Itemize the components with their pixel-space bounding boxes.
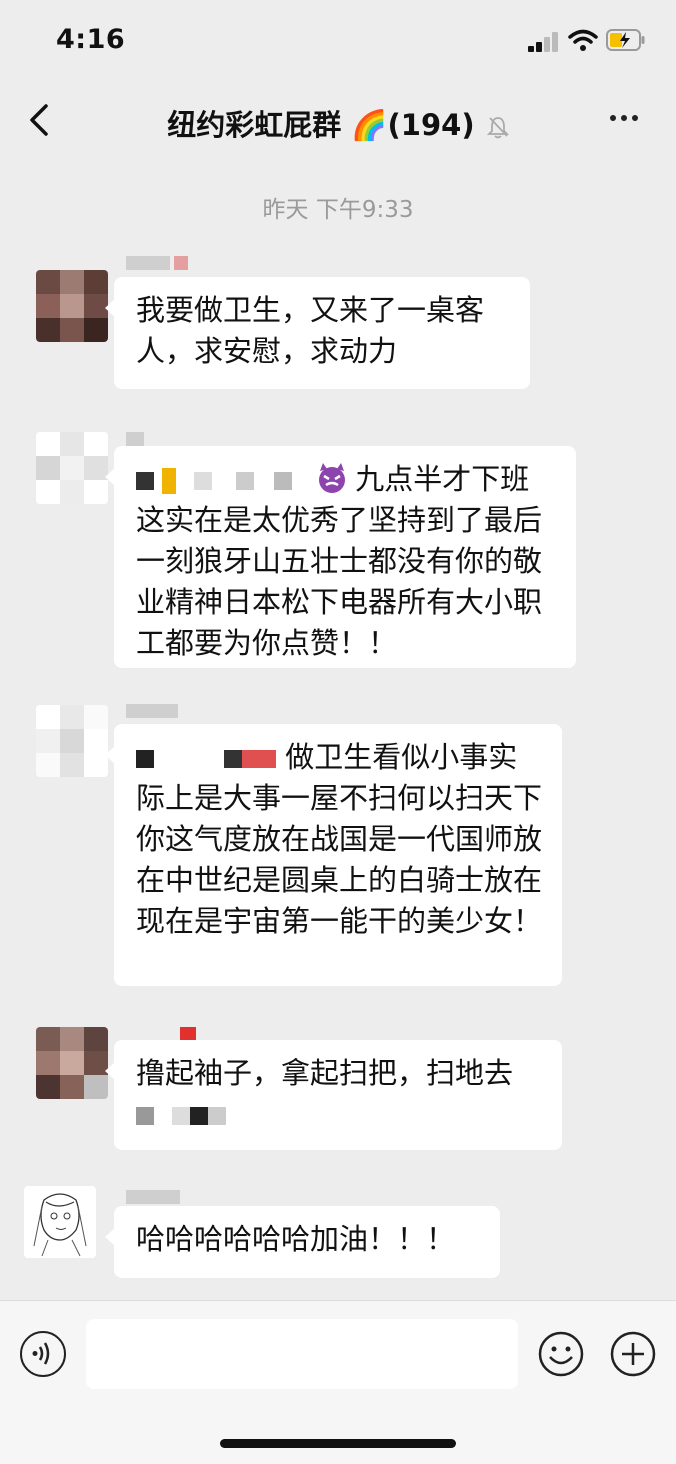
sender-name-blurred [126, 1190, 180, 1206]
member-count: (194) [387, 108, 475, 142]
message-bubble[interactable]: 我要做卫生，又来了一桌客人，求安慰，求动力 [105, 277, 530, 389]
battery-icon [606, 29, 645, 51]
status-bar: 4:16 [0, 0, 676, 82]
group-name: 纽约彩虹屁群 [167, 108, 342, 142]
chat-header: 纽约彩虹屁群 🌈(194) [0, 82, 676, 158]
message-bubble[interactable]: 哈哈哈哈哈哈加油！！！ [105, 1206, 500, 1278]
message-input[interactable] [86, 1319, 518, 1389]
home-indicator [220, 1439, 456, 1448]
chat-input-bar [0, 1300, 676, 1464]
emoji-icon[interactable] [538, 1331, 584, 1377]
add-icon[interactable] [610, 1331, 656, 1377]
voice-icon[interactable] [20, 1331, 66, 1377]
devil-emoji-icon [319, 463, 346, 493]
mute-bell-icon [486, 117, 509, 139]
signal-icon [528, 32, 562, 52]
wifi-icon [568, 29, 598, 51]
avatar[interactable] [24, 1186, 96, 1258]
message-text: 撸起袖子，拿起扫把，扫地去 [136, 1056, 514, 1090]
message-bubble[interactable]: 九点半才下班这实在是太优秀了坚持到了最后一刻狼牙山五壮士都没有你的敬业精神日本松… [105, 446, 576, 668]
message-bubble[interactable]: 做卫生看似小事实际上是大事一屋不扫何以扫天下你这气度放在战国是一代国师放在中世纪… [105, 724, 562, 986]
avatar[interactable] [36, 270, 108, 342]
sender-name-blurred [126, 704, 178, 720]
mention-blurred [136, 1097, 226, 1131]
avatar[interactable] [36, 1027, 108, 1099]
status-time: 4:16 [56, 24, 126, 55]
rainbow-emoji: 🌈 [351, 108, 388, 142]
message-text: 哈哈哈哈哈哈加油！！！ [136, 1222, 456, 1256]
sender-name-blurred [126, 256, 188, 272]
mention-blurred [136, 740, 285, 774]
message-bubble[interactable]: 撸起袖子，拿起扫把，扫地去 [105, 1040, 562, 1150]
chat-title: 纽约彩虹屁群 🌈(194) [0, 102, 676, 144]
mention-blurred [136, 462, 301, 496]
message-text: 我要做卫生，又来了一桌客人，求安慰，求动力 [136, 293, 485, 368]
message-timestamp: 昨天 下午9:33 [262, 197, 414, 223]
avatar[interactable] [36, 432, 108, 504]
more-icon[interactable] [604, 106, 644, 130]
avatar[interactable] [36, 705, 108, 777]
